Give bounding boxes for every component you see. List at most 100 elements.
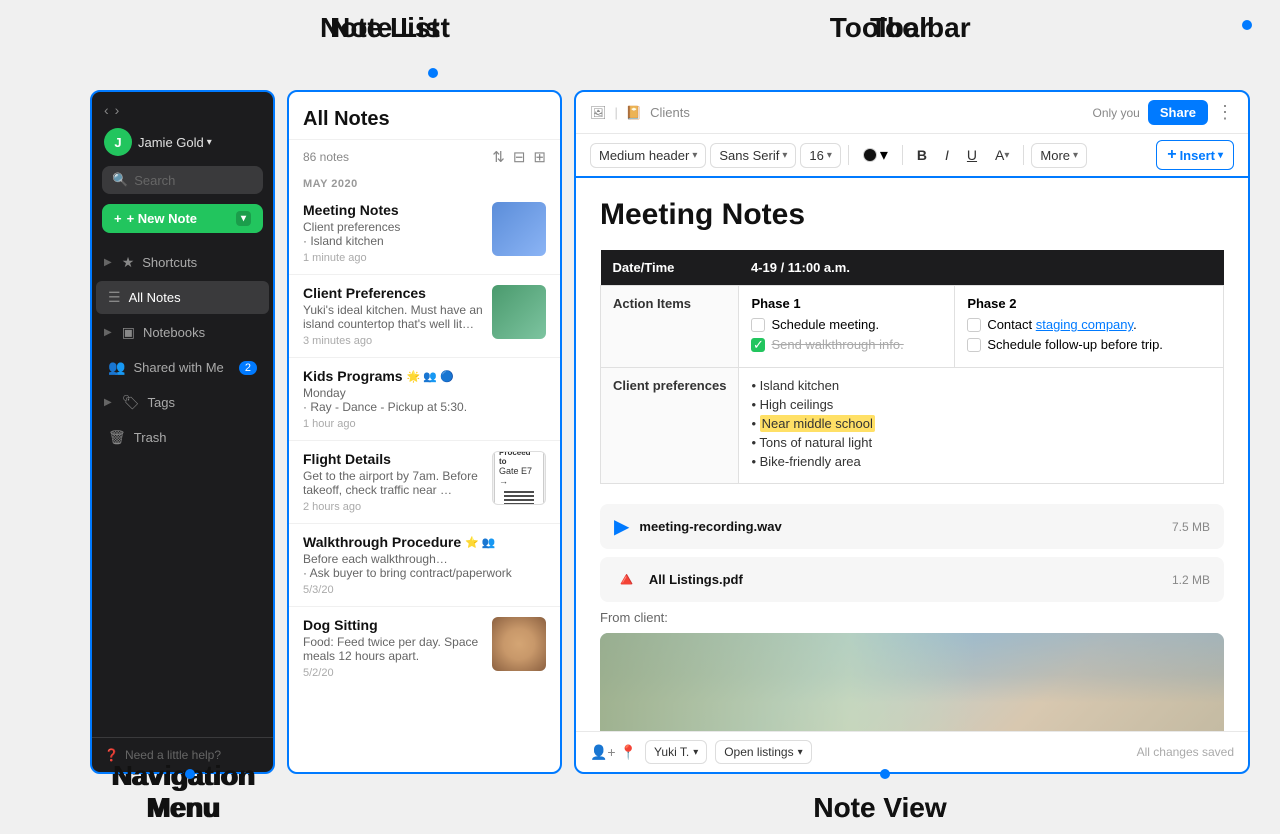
kids-icons: 🌟 👥 🔵 — [407, 370, 454, 383]
filter-icon[interactable]: ⊟ — [513, 148, 526, 166]
add-person-icon[interactable]: 👤+ — [590, 744, 616, 761]
sidebar-item-shortcuts[interactable]: ▶ ★ Shortcuts — [96, 246, 269, 279]
italic-button[interactable]: I — [938, 143, 956, 167]
sidebar-item-tags[interactable]: ▶ 🏷 Tags — [96, 386, 269, 419]
note-toolbar: Medium header ▾ Sans Serif ▾ 16 ▾ ▾ B I … — [576, 134, 1248, 178]
file-name: meeting-recording.wav — [639, 519, 781, 534]
chevron-down-icon: ▾ — [692, 150, 697, 161]
heading-style-dropdown[interactable]: Medium header ▾ — [590, 143, 706, 168]
sidebar-item-all-notes[interactable]: ☰ All Notes — [96, 281, 269, 314]
sort-icon[interactable]: ⇅ — [492, 148, 505, 166]
chevron-down-icon: ▾ — [1073, 150, 1078, 161]
new-note-button[interactable]: + + New Note ▾ — [102, 204, 263, 233]
sidebar-item-label: Tags — [147, 395, 174, 410]
pref-item: Bike-friendly area — [751, 454, 1211, 469]
note-item-dog[interactable]: Dog Sitting Food: Feed twice per day. Sp… — [289, 607, 560, 689]
sidebar-item-shared[interactable]: 👥 Shared with Me 2 — [96, 351, 269, 384]
view-toggle-icon[interactable]: ⊞ — [533, 148, 546, 166]
visibility-label: Only you — [1093, 106, 1140, 120]
checkbox[interactable] — [967, 338, 981, 352]
pref-item: Island kitchen — [751, 378, 1211, 393]
note-thumbnail: Proceed to Gate E7 → — [492, 451, 546, 505]
checkbox[interactable] — [751, 318, 765, 332]
nav-user: J Jamie Gold ▾ — [92, 124, 273, 166]
note-item-walkthrough[interactable]: Walkthrough Procedure ⭐ 👥 Before each wa… — [289, 524, 560, 607]
plus-icon: + — [114, 211, 122, 226]
from-client-label: From client: — [600, 610, 1224, 625]
checkbox-item: ✓ Send walkthrough info. — [751, 337, 942, 352]
color-picker-button[interactable]: ▾ — [856, 141, 895, 169]
table-cell-phase2: Phase 2 Contact staging company. Schedul… — [955, 286, 1224, 368]
sidebar-item-notebooks[interactable]: ▶ ▣ Notebooks — [96, 316, 269, 349]
nav-header: ‹ › — [92, 92, 273, 124]
note-thumbnail — [492, 202, 546, 256]
user-select-dropdown[interactable]: Yuki T. ▾ — [645, 740, 707, 764]
insert-button[interactable]: + Insert ▾ — [1156, 140, 1234, 170]
highlight-button[interactable]: A ▾ — [988, 143, 1016, 167]
separator — [848, 145, 849, 165]
note-thumbnail — [492, 617, 546, 671]
note-item-kids[interactable]: Kids Programs 🌟 👥 🔵 Monday· Ray - Dance … — [289, 358, 560, 441]
share-button[interactable]: Share — [1148, 100, 1208, 125]
heading-style-label: Medium header — [599, 148, 689, 163]
dropdown-arrow-icon: ▾ — [236, 211, 251, 226]
insert-label: Insert — [1180, 148, 1215, 163]
note-count: 86 notes — [303, 150, 349, 164]
font-size-label: 16 — [809, 148, 823, 163]
listings-dropdown[interactable]: Open listings ▾ — [715, 740, 811, 764]
note-title: Client Preferences — [303, 285, 484, 301]
phase1-label: Phase 1 — [751, 296, 942, 311]
shared-icon: 👥 — [108, 359, 125, 376]
location-icon[interactable]: 📍 — [620, 744, 637, 761]
nav-forward-btn[interactable]: › — [115, 102, 120, 118]
note-item-meeting[interactable]: Meeting Notes Client preferences· Island… — [289, 192, 560, 275]
table-header-datetime: Date/Time — [601, 250, 739, 286]
note-preview: Before each walkthrough…· Ask buyer to b… — [303, 552, 546, 580]
underline-button[interactable]: U — [960, 143, 984, 167]
more-dropdown[interactable]: More ▾ — [1031, 143, 1087, 168]
sidebar-item-label: Trash — [134, 430, 167, 445]
checkbox-label: Schedule follow-up before trip. — [987, 337, 1163, 352]
search-input[interactable]: 🔍 Search — [102, 166, 263, 194]
star-icon: ★ — [122, 254, 135, 271]
walkthrough-icons: ⭐ 👥 — [465, 536, 495, 549]
phase2-label: Phase 2 — [967, 296, 1211, 311]
saved-status: All changes saved — [1137, 745, 1234, 759]
note-item-flight[interactable]: Flight Details Get to the airport by 7am… — [289, 441, 560, 524]
note-list-meta: 86 notes ⇅ ⊟ ⊞ — [289, 140, 560, 174]
note-time: 5/2/20 — [303, 667, 484, 679]
font-label: Sans Serif — [719, 148, 779, 163]
staging-link[interactable]: staging company — [1036, 317, 1133, 332]
note-item-client[interactable]: Client Preferences Yuki's ideal kitchen.… — [289, 275, 560, 358]
note-preview: Yuki's ideal kitchen. Must have an islan… — [303, 303, 484, 331]
checkbox[interactable] — [967, 318, 981, 332]
note-time: 1 hour ago — [303, 418, 546, 430]
sidebar-item-trash[interactable]: 🗑 Trash — [96, 421, 269, 454]
table-header-value: 4-19 / 11:00 a.m. — [739, 250, 1224, 286]
table-cell-phase1: Phase 1 Schedule meeting. ✓ Send walkthr… — [739, 286, 955, 368]
note-view-topbar: 🖼 | 📔 Clients Only you Share ⋮ — [576, 92, 1248, 134]
play-icon: ▶ — [614, 514, 629, 539]
color-swatch — [863, 148, 877, 162]
client-image — [600, 633, 1224, 731]
note-content-area: Meeting Notes Date/Time 4-19 / 11:00 a.m… — [576, 178, 1248, 731]
font-size-dropdown[interactable]: 16 ▾ — [800, 143, 841, 168]
search-placeholder: Search — [134, 173, 175, 188]
nav-back-btn[interactable]: ‹ — [104, 102, 109, 118]
notebook-name[interactable]: Clients — [650, 105, 690, 120]
separator: | — [615, 105, 618, 120]
separator — [1023, 145, 1024, 165]
more-label: More — [1040, 148, 1070, 163]
sidebar-item-label: Notebooks — [143, 325, 205, 340]
more-options-icon[interactable]: ⋮ — [1216, 102, 1234, 123]
user-label: Yuki T. — [654, 745, 689, 759]
note-title: Dog Sitting — [303, 617, 484, 633]
chevron-down-icon: ▾ — [827, 150, 832, 161]
note-footer: 👤+ 📍 Yuki T. ▾ Open listings ▾ All chang… — [576, 731, 1248, 772]
bold-button[interactable]: B — [910, 143, 934, 167]
checkbox-checked[interactable]: ✓ — [751, 338, 765, 352]
chevron-right-icon: ▶ — [104, 327, 112, 338]
font-dropdown[interactable]: Sans Serif ▾ — [710, 143, 796, 168]
badge-count: 2 — [239, 361, 257, 375]
checkbox-label: Contact staging company. — [987, 317, 1136, 332]
